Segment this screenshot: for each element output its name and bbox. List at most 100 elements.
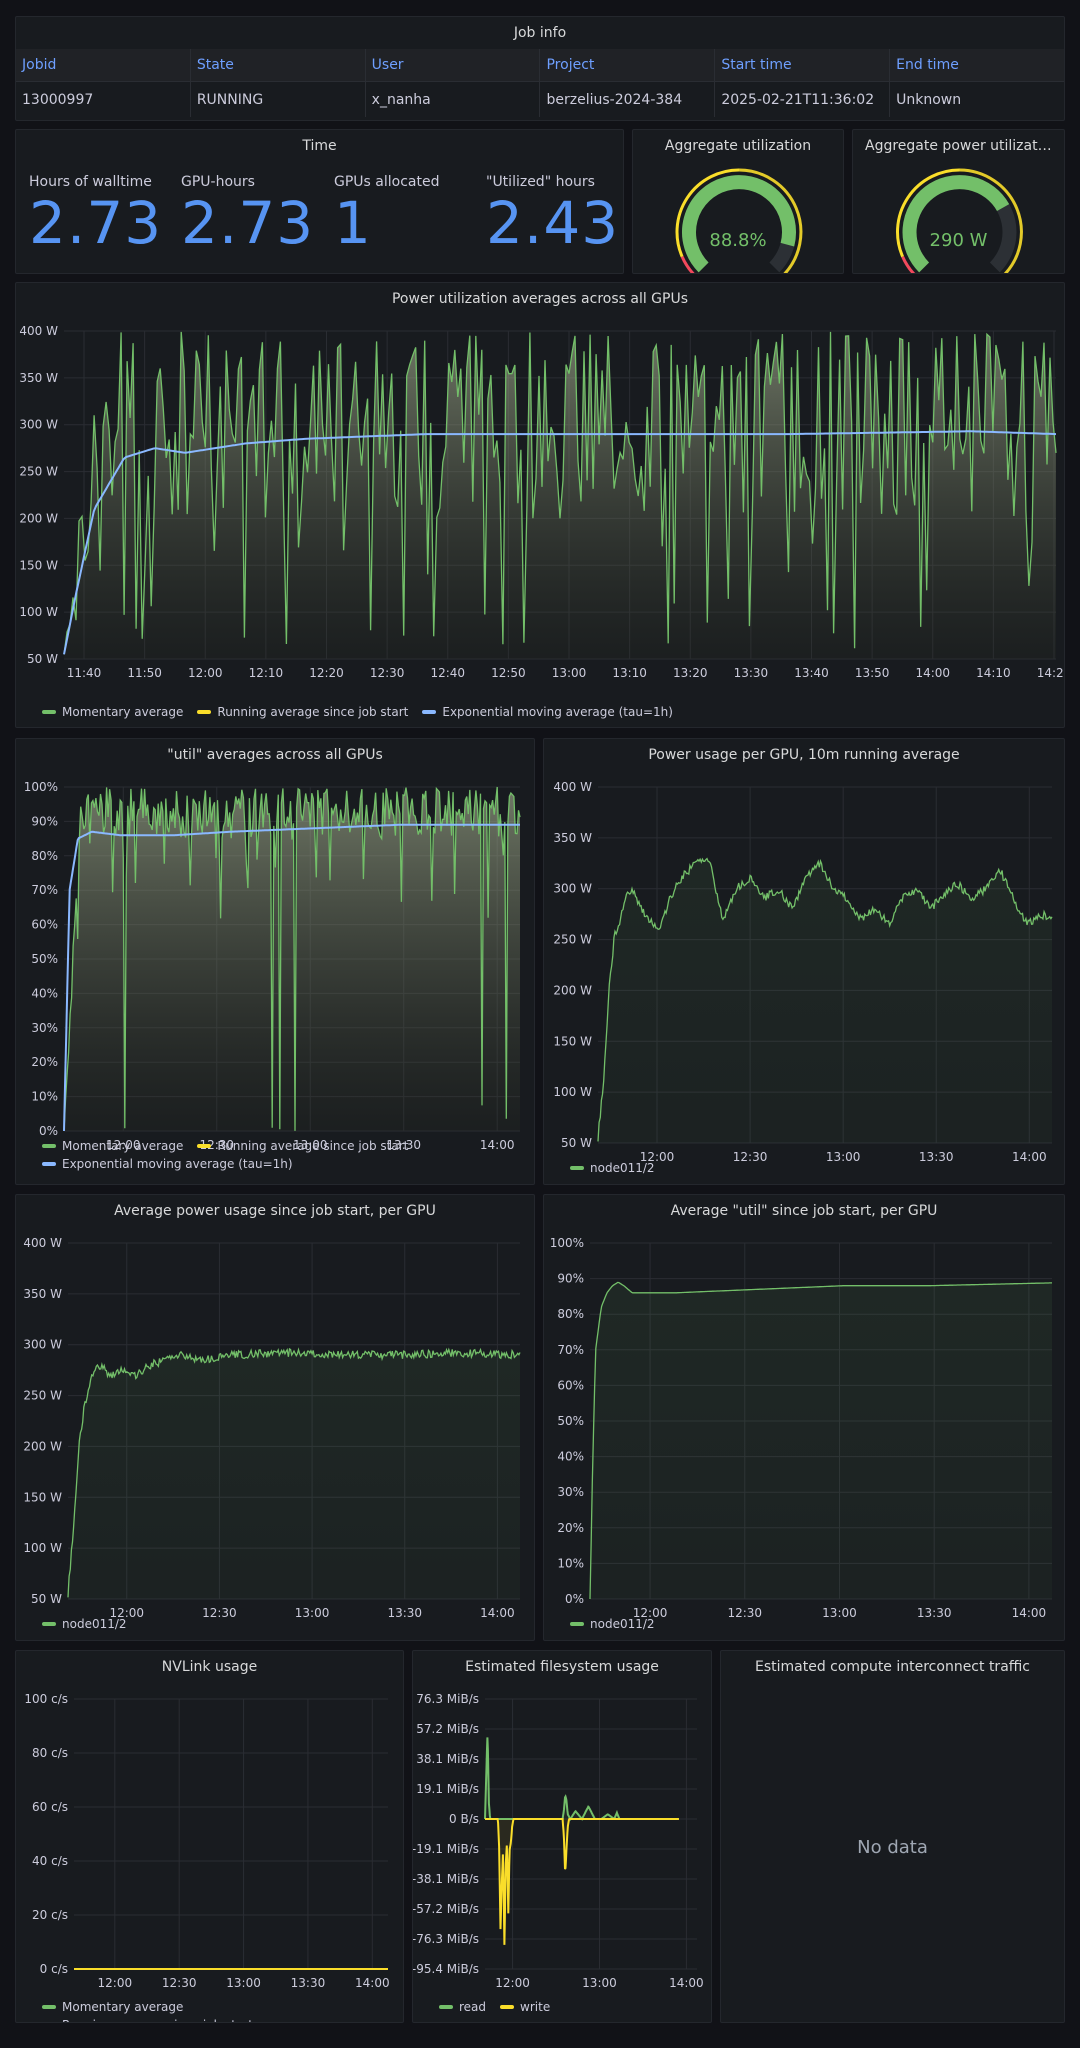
legend-item-running[interactable]: Running average since job start [197,705,408,719]
y-tick-label: 60% [557,1378,584,1392]
col-jobid[interactable]: Jobid [16,49,191,81]
y-tick-label: 400 W [553,780,592,794]
nvlink-panel: NVLink usage 100 c/s 80 c/s 60 c/s 40 c/s 20… [15,1650,404,2023]
legend-item-running[interactable]: Running average since job start [197,1139,408,1153]
job-info-title: Job info [513,25,567,41]
legend-item-momentary[interactable]: Momentary average [42,2000,183,2014]
power-averages-title: Power utilization averages across all GP… [391,291,689,307]
power-averages-legend: Momentary average Running average since … [42,705,673,719]
legend-item-read[interactable]: read [439,2000,486,2014]
cell-jobid: 13000997 [16,81,191,117]
interconnect-panel: Estimated compute interconnect traffic N… [720,1650,1065,2023]
y-tick-label: 50% [557,1414,584,1428]
x-tick-label: 14:00 [355,1976,390,1990]
y-tick-label: 40 c/s [32,1854,68,1868]
stat-walltime-label: Hours of walltime [29,174,152,190]
util-averages-panel: "util" averages across all GPUs 100% 90% 8… [15,738,535,1185]
stat-gpus-allocated-value: 1 [334,189,372,257]
y-tick-label: 350 W [553,831,592,845]
legend-label: Running average since job start [217,1139,409,1153]
util-averages-chart[interactable]: 100%90%80%70%60%50%40%30%20%10%0%12:00 12… [16,771,535,1171]
x-tick-label: 13:00 [226,1976,261,1990]
y-tick-label: 80 c/s [32,1746,68,1760]
series-line-read [484,1737,679,1821]
y-tick-label: -57.2 MiB/s [413,1902,479,1916]
y-tick-label: 0 c/s [40,1962,68,1976]
avg-util-since-panel: Average "util" since job start, per GPU … [543,1194,1065,1641]
legend-item-momentary[interactable]: Momentary average [42,705,183,719]
y-tick-label: 20% [31,1055,58,1069]
legend-label: node011/2 [62,1617,127,1631]
y-tick-label: 30% [557,1485,584,1499]
nvlink-legend: Momentary average Running average since … [42,2000,403,2022]
legend-item-node[interactable]: node011/2 [570,1161,655,1175]
x-tick-label: 14:00 [1012,1606,1047,1620]
col-end-time[interactable]: End time [890,49,1064,81]
y-tick-label: 10% [31,1090,58,1104]
x-tick-label: 13:40 [794,666,829,680]
y-tick-label: 150 W [23,1490,62,1504]
y-tick-label: -76.3 MiB/s [413,1932,479,1946]
job-info-table: Jobid State User Project Start time End … [16,49,1064,117]
y-tick-label: 300 W [553,882,592,896]
y-tick-label: 76.3 MiB/s [416,1692,479,1706]
legend-item-momentary[interactable]: Momentary average [42,1139,183,1153]
legend-label: Momentary average [62,705,184,719]
y-tick-label: 50% [31,952,58,966]
power-averages-chart[interactable]: 400 W 350 W 300 W 250 W 200 W 150 W 100 W 50 W 1… [16,315,1065,725]
x-tick-label: 11:50 [127,666,162,680]
aggregate-utilization-title: Aggregate utilization [664,138,812,154]
filesystem-chart[interactable]: 76.3 MiB/s 57.2 MiB/s 38.1 MiB/s 19.1 MiB/s… [413,1683,712,2008]
col-state[interactable]: State [191,49,366,81]
power-per-gpu-legend: node011/2 [570,1161,655,1175]
legend-item-node[interactable]: node011/2 [570,1617,655,1631]
stat-utilized-hours-value: 2.43 [486,189,620,257]
power-per-gpu-title: Power usage per GPU, 10m running average [648,747,960,763]
y-tick-label: 100 c/s [24,1692,68,1706]
gauge-value-arc [682,175,796,273]
legend-label: Exponential moving average (tau=1h) [442,705,673,719]
x-tick-label: 12:30 [162,1976,197,1990]
avg-util-since-chart[interactable]: 100%90%80%70%60%50%40%30%20%10%0%12:00 12… [544,1227,1065,1627]
y-tick-label: 57.2 MiB/s [416,1722,479,1736]
nvlink-chart[interactable]: 100 c/s 80 c/s 60 c/s 40 c/s 20 c/s 0 c/s 12:0… [16,1683,404,2008]
x-tick-label: 13:00 [582,1976,617,1990]
x-tick-label: 13:00 [295,1606,330,1620]
col-project[interactable]: Project [540,49,716,81]
legend-item-running[interactable]: Running average since job start [42,2018,253,2022]
col-start-time[interactable]: Start time [715,49,891,81]
legend-item-ema[interactable]: Exponential moving average (tau=1h) [42,1157,293,1171]
stat-gpu-hours-value: 2.73 [181,189,315,257]
avg-power-since-legend: node011/2 [42,1617,127,1631]
legend-item-write[interactable]: write [500,2000,550,2014]
y-tick-label: 20 c/s [32,1908,68,1922]
job-info-panel: Job info Jobid State User Project Start … [15,16,1065,121]
legend-item-node[interactable]: node011/2 [42,1617,127,1631]
filesystem-panel: Estimated filesystem usage 76.3 MiB/s 57.… [412,1650,712,2023]
nvlink-title: NVLink usage [161,1659,258,1675]
x-tick-label: 12:40 [430,666,465,680]
col-user[interactable]: User [366,49,541,81]
stat-walltime-value: 2.73 [29,189,163,257]
filesystem-title: Estimated filesystem usage [465,1659,659,1675]
y-tick-label: 0% [565,1592,584,1606]
x-tick-label: 12:30 [733,1150,768,1164]
legend-item-ema[interactable]: Exponential moving average (tau=1h) [422,705,673,719]
avg-power-since-chart[interactable]: 400 W 350 W 300 W 250 W 200 W 150 W 100 W 50 W 1… [16,1227,535,1627]
y-tick-label: 200 W [19,511,58,525]
aggregate-power-title: Aggregate power utilizati... [865,138,1055,154]
power-per-gpu-chart[interactable]: 400 W 350 W 300 W 250 W 200 W 150 W 100 W 50 W 1… [544,771,1065,1171]
x-tick-label: 12:30 [202,1606,237,1620]
y-tick-label: 100 W [19,605,58,619]
y-tick-label: 0 B/s [449,1812,479,1826]
x-tick-label: 14:10 [976,666,1011,680]
y-tick-label: 250 W [19,465,58,479]
stat-utilized-hours: "Utilized" hours 2.43 [486,174,619,256]
cell-project: berzelius-2024-384 [540,81,716,117]
series-area [68,1348,520,1599]
y-tick-label: 90% [557,1272,584,1286]
x-tick-label: 13:30 [919,1150,954,1164]
y-tick-label: 60% [31,918,58,932]
x-tick-label: 13:00 [826,1150,861,1164]
y-tick-label: -38.1 MiB/s [413,1872,479,1886]
